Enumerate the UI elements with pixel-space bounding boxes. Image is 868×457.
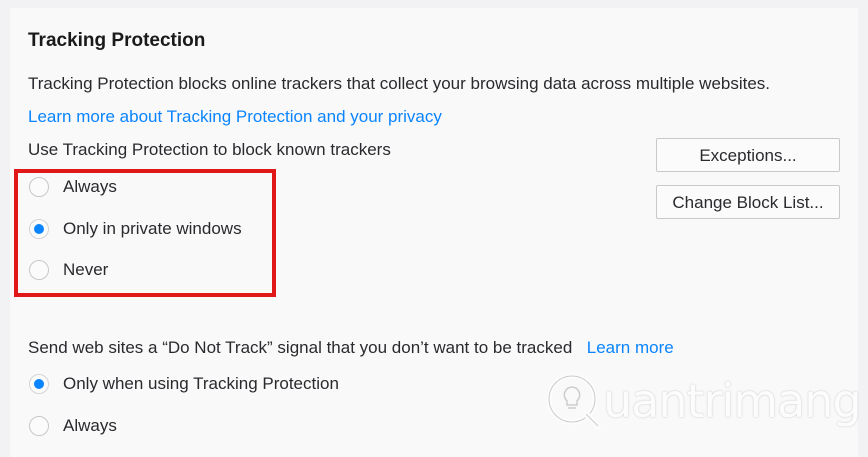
change-block-list-button[interactable]: Change Block List...: [656, 185, 840, 219]
section-description: Tracking Protection blocks online tracke…: [28, 74, 771, 93]
use-tracking-label: Use Tracking Protection to block known t…: [28, 140, 391, 159]
radio-button[interactable]: [29, 416, 49, 436]
highlight-box: [14, 169, 276, 297]
watermark: uantrimang: [545, 372, 862, 430]
radio-button-checked[interactable]: [29, 374, 49, 394]
section-title: Tracking Protection: [28, 30, 206, 51]
dnt-row: Send web sites a “Do Not Track” signal t…: [28, 338, 674, 358]
watermark-text: uantrimang: [603, 374, 862, 428]
q-lightbulb-logo-icon: [546, 373, 601, 429]
radio-option-dnt-only-tracking[interactable]: Only when using Tracking Protection: [29, 372, 339, 396]
radio-label: Always: [63, 416, 117, 435]
exceptions-button[interactable]: Exceptions...: [656, 138, 840, 172]
dnt-label: Send web sites a “Do Not Track” signal t…: [28, 338, 573, 357]
radio-label: Only when using Tracking Protection: [63, 374, 339, 393]
radio-option-dnt-always[interactable]: Always: [29, 414, 117, 438]
learn-more-tracking-link[interactable]: Learn more about Tracking Protection and…: [28, 107, 442, 127]
dnt-learn-more-link[interactable]: Learn more: [587, 338, 674, 357]
